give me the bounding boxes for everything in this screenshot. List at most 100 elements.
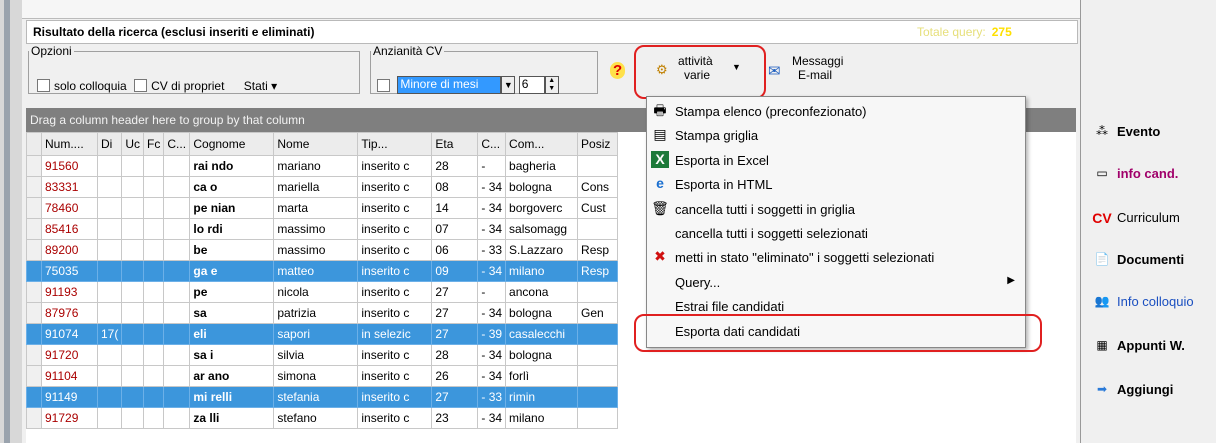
table-cell: inserito c [357,365,433,387]
row-indicator[interactable] [26,176,42,198]
row-indicator[interactable] [26,260,42,282]
sidebar-button[interactable]: 👥 Info colloquio [1081,290,1216,314]
table-cell [121,260,145,282]
solo-colloquia-checkbox[interactable] [37,79,50,93]
table-cell [121,239,145,261]
row-indicator[interactable] [26,218,42,240]
menu-item[interactable]: ✖ metti in stato "eliminato" i soggetti s… [647,245,1025,269]
menu-item-label: Stampa elenco (preconfezionato) [675,104,867,119]
menu-item[interactable]: X Esporta in Excel [647,148,1025,172]
table-row[interactable]: 91149 mi relli stefania inserito c 27- 33 rim… [26,386,619,408]
table-row[interactable]: 91720 sa i silvia inserito c 28- 34 bologna [26,344,619,366]
table-cell: massimo [273,218,359,240]
sidebar-button[interactable]: 📄 Documenti [1081,248,1216,272]
sidebar-button[interactable]: ➡ Aggiungi [1081,378,1216,402]
row-indicator[interactable] [26,323,42,345]
column-header[interactable]: Uc [121,132,145,156]
menu-item[interactable]: 🖶 Stampa elenco (preconfezionato) [647,99,1025,123]
messaggi-email-button[interactable]: ✉ Messaggi E-mail [768,50,868,92]
sidebar-label: Appunti W. [1117,338,1185,353]
sidebar-button[interactable]: ⁂ Evento [1081,120,1216,144]
table-cell [143,386,165,408]
cv-icon: CV [1092,210,1112,226]
sidebar-button[interactable]: CV Curriculum [1081,206,1216,230]
column-header[interactable]: Di [96,132,123,156]
table-cell [121,407,145,429]
table-cell: be [189,239,275,261]
anzianita-select[interactable]: Minore di mesi [397,76,502,94]
table-cell: ga e [189,260,275,282]
sidebar-label: Aggiungi [1117,382,1174,397]
table-row[interactable]: 85416 lo rdi massimo inserito c 07- 34 salsom… [26,218,619,240]
row-indicator[interactable] [26,281,42,303]
table-cell [121,386,145,408]
table-cell: 08 [431,176,479,198]
chevron-down-icon[interactable]: ▼ [501,76,516,94]
menu-item[interactable]: Query... ▶ [647,270,1025,294]
cv-propriet-checkbox[interactable] [134,79,148,93]
table-row[interactable]: 91104 ar ano simona inserito c 26- 34 forlì [26,365,619,387]
table-cell: casalecchi [505,323,579,345]
column-header[interactable]: Cognome [189,132,275,156]
row-indicator[interactable] [26,239,42,261]
column-header[interactable]: Tip... [357,132,433,156]
table-cell: 28 [431,155,479,177]
table-row[interactable]: 78460 pe nian marta inserito c 14- 34 borgove… [26,197,619,219]
stati-dropdown[interactable]: Stati ▾ [244,79,277,93]
table-cell: - 33 [477,386,507,408]
table-cell: 83331 [41,176,98,198]
table-row[interactable]: 91560 rai ndo mariano inserito c 28- bagheria [26,155,619,177]
table-cell: 28 [431,344,479,366]
anzianita-stepper[interactable]: 6 [518,76,545,94]
menu-item[interactable]: 🗑 cancella tutti i soggetti in griglia [647,197,1025,221]
table-cell: 78460 [41,197,98,219]
table-row[interactable]: 89200 be massimo inserito c 06- 33 S.Lazzaro R… [26,239,619,261]
table-cell [96,281,123,303]
table-cell: 07 [431,218,479,240]
table-cell [121,155,145,177]
table-row[interactable]: 83331 ca o mariella inserito c 08- 34 bologna… [26,176,619,198]
column-header[interactable]: Fc [143,132,165,156]
anzianita-group: Anzianità CV Minore di mesi ▼ 6 ▲ ▼ [370,44,598,94]
row-indicator[interactable] [26,407,42,429]
table-row[interactable]: 91193 pe nicola inserito c 27- ancona [26,281,619,303]
help-icon[interactable]: ? [610,62,626,79]
table-cell: mariella [273,176,359,198]
grid-print-icon: ▤ [653,126,667,143]
row-indicator[interactable] [26,155,42,177]
column-header[interactable]: Eta [431,132,479,156]
menu-item[interactable]: cancella tutti i soggetti selezionati [647,221,1025,245]
row-indicator[interactable] [26,197,42,219]
totale-value: 275 [991,25,1012,39]
column-header[interactable]: Num.... [41,132,98,156]
table-cell: in selezic [357,323,433,345]
table-cell: stefano [273,407,359,429]
menu-item[interactable]: ▤ Stampa griglia [647,123,1025,147]
menu-item[interactable]: e Esporta in HTML [647,172,1025,196]
table-cell: milano [505,407,579,429]
table-cell: sa i [189,344,275,366]
table-row[interactable]: 75035 ga e matteo inserito c 09- 34 milano Res… [26,260,619,282]
row-indicator[interactable] [26,302,42,324]
table-cell: 91720 [41,344,98,366]
table-row[interactable]: 87976 sa patrizia inserito c 27- 34 bologna Ge… [26,302,619,324]
table-cell: - 34 [477,302,507,324]
row-indicator[interactable] [26,386,42,408]
sidebar-button[interactable]: ▦ Appunti W. [1081,334,1216,358]
anzianita-checkbox[interactable] [377,78,390,92]
page-title: Risultato della ricerca (esclusi inserit… [33,25,315,39]
row-indicator[interactable] [26,365,42,387]
table-cell: 91193 [41,281,98,303]
sidebar-button[interactable]: ▭ info cand. [1081,162,1216,186]
menu-item-label: cancella tutti i soggetti in griglia [675,201,855,217]
row-indicator[interactable] [26,344,42,366]
browser-icon: e [656,175,664,192]
stepper-arrows-icon[interactable]: ▲ ▼ [544,76,559,94]
column-header[interactable]: Nome [273,132,359,156]
column-header[interactable]: C... [163,132,191,156]
table-row[interactable]: 91729 za lli stefano inserito c 23- 34 milano [26,407,619,429]
column-header[interactable]: C... [477,132,507,156]
table-row[interactable]: 91074 17(eli sapori in selezic 27- 39 casalec… [26,323,619,345]
column-header[interactable]: Com... [505,132,579,156]
column-header[interactable]: Posiz [577,132,619,156]
